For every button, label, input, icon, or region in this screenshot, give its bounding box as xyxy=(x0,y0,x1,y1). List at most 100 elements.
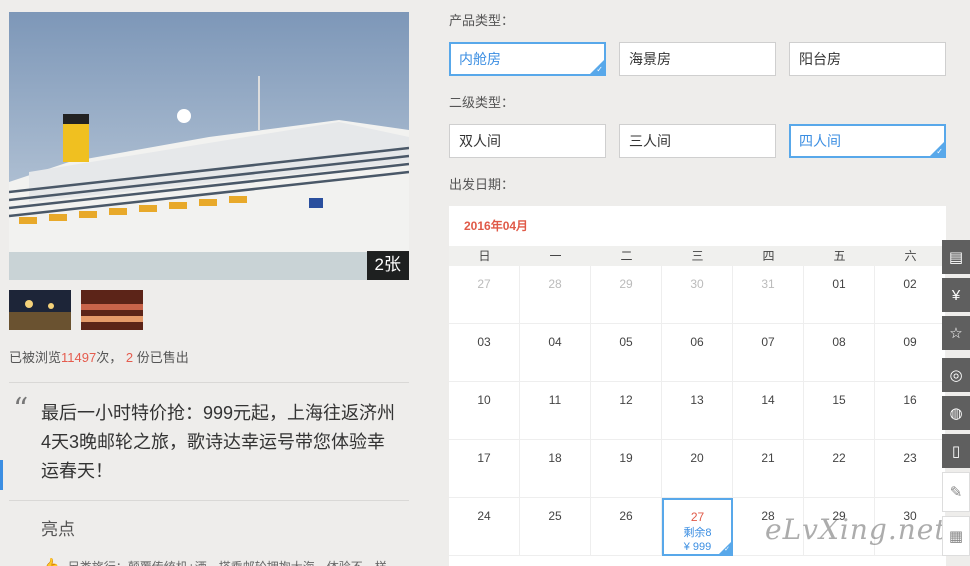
site-watermark: eLvXing.net xyxy=(765,513,947,546)
sub-type-double[interactable]: 双人间 xyxy=(449,124,606,158)
day-price: ¥ 999 xyxy=(683,541,712,553)
left-edge-accent xyxy=(0,460,3,490)
weibo-icon[interactable]: ◎ xyxy=(942,358,970,392)
check-icon: ✓ xyxy=(596,65,603,74)
quote-mark-icon: “ xyxy=(13,392,29,427)
weekday: 三 xyxy=(691,249,704,263)
photo-count-badge: 2张 xyxy=(366,251,409,280)
product-type-ocean-view[interactable]: 海景房 xyxy=(619,42,776,76)
calendar-day: 30 xyxy=(662,266,733,324)
calendar-day[interactable]: 04 xyxy=(520,324,591,382)
calendar-day[interactable]: 20 xyxy=(662,440,733,498)
calendar-day[interactable]: 03 xyxy=(449,324,520,382)
calendar-day[interactable]: 24 xyxy=(449,498,520,556)
remaining-seats: 剩余8 xyxy=(683,527,712,539)
highlights-title: 亮点 xyxy=(41,520,75,539)
option-label: 双人间 xyxy=(459,133,501,149)
product-quote: “ 最后一小时特价抢：999元起，上海往返济州4天3晚邮轮之旅，歌诗达幸运号带您… xyxy=(9,383,409,486)
phone-icon[interactable]: ▯ xyxy=(942,434,970,468)
calendar-day[interactable]: 18 xyxy=(520,440,591,498)
calendar-day[interactable]: 25 xyxy=(520,498,591,556)
cruise-ship-photo[interactable]: 2张 xyxy=(9,12,409,280)
calendar-day[interactable]: 13 xyxy=(662,382,733,440)
wechat-icon[interactable]: ◍ xyxy=(942,396,970,430)
calendar-day[interactable]: 14 xyxy=(733,382,804,440)
calendar-day: 27 xyxy=(449,266,520,324)
calendar-day[interactable]: 06 xyxy=(662,324,733,382)
highlight-item: 👍 另类旅行：颠覆传统机+酒，搭乘邮轮拥抱大海，体验不一样 xyxy=(41,557,409,566)
thumbnail-2-image xyxy=(81,290,143,330)
product-type-label: 产品类型： xyxy=(449,13,515,28)
calendar-day[interactable]: 05 xyxy=(591,324,662,382)
qrcode-icon[interactable]: ▦ xyxy=(942,516,970,556)
calendar-day[interactable]: 17 xyxy=(449,440,520,498)
weekday: 二 xyxy=(620,249,633,263)
calendar-day[interactable]: 21 xyxy=(733,440,804,498)
departure-date-label: 出发日期： xyxy=(449,177,515,192)
divider xyxy=(9,500,409,501)
calendar-day[interactable]: 10 xyxy=(449,382,520,440)
calendar-day[interactable]: 12 xyxy=(591,382,662,440)
weekday: 一 xyxy=(549,249,562,263)
calendar-day[interactable]: 15 xyxy=(804,382,875,440)
calendar-day[interactable]: 11 xyxy=(520,382,591,440)
calendar-day[interactable]: 07 xyxy=(733,324,804,382)
sold-count: 2 xyxy=(125,350,134,365)
calendar-day[interactable]: 22 xyxy=(804,440,875,498)
calendar-month: 2016年04月 xyxy=(464,219,529,233)
yen-icon[interactable]: ¥ xyxy=(942,278,970,312)
viewed-prefix: 已被浏览 xyxy=(9,350,62,365)
floating-sidebar: ▤ ¥ ☆ ◎ ◍ ▯ ✎ ▦ xyxy=(942,240,970,560)
thumbs-up-icon: 👍 xyxy=(41,557,60,566)
calendar-day: 28 xyxy=(520,266,591,324)
view-count: 11497 xyxy=(61,350,97,365)
calendar-day[interactable]: 19 xyxy=(591,440,662,498)
pencil-icon[interactable]: ✎ xyxy=(942,472,970,512)
sub-type-triple[interactable]: 三人间 xyxy=(619,124,776,158)
cruise-ship-illustration xyxy=(9,12,409,280)
product-type-balcony[interactable]: 阳台房 xyxy=(789,42,946,76)
product-type-inner-cabin[interactable]: 内舱房 ✓ xyxy=(449,42,606,76)
thumbnail-2[interactable] xyxy=(81,290,143,330)
product-gallery-panel: 2张 已被浏览11497次， 2 份已售出 “ 最后一小时特价抢：999元起，上… xyxy=(9,12,409,566)
calendar-day[interactable]: 01 xyxy=(804,266,875,324)
highlight-text: 另类旅行：颠覆传统机+酒，搭乘邮轮拥抱大海，体验不一样 xyxy=(68,558,387,566)
product-type-options: 内舱房 ✓ 海景房 阳台房 xyxy=(449,42,949,76)
weekday: 日 xyxy=(478,249,491,263)
departure-calendar: 2016年04月 日 一 二 三 四 五 六 27 28 29 30 31 01… xyxy=(449,206,946,566)
thumbnail-strip xyxy=(9,290,409,330)
viewed-suffix: 次， xyxy=(96,350,123,365)
clipboard-icon[interactable]: ▤ xyxy=(942,240,970,274)
sub-type-options: 双人间 三人间 四人间 ✓ xyxy=(449,124,949,158)
sold-suffix: 份已售出 xyxy=(136,350,189,365)
calendar-day[interactable]: 23 xyxy=(875,440,946,498)
calendar-day[interactable]: 08 xyxy=(804,324,875,382)
thumbnail-1-image xyxy=(9,290,71,330)
star-icon[interactable]: ☆ xyxy=(942,316,970,350)
calendar-day: 29 xyxy=(591,266,662,324)
calendar-day[interactable]: 26 xyxy=(591,498,662,556)
option-label: 内舱房 xyxy=(459,51,501,67)
option-label: 三人间 xyxy=(629,133,671,149)
booking-options-panel: 产品类型： 内舱房 ✓ 海景房 阳台房 二级类型： 双人间 三人间 四人间 ✓ 出发… xyxy=(449,12,949,566)
sub-type-quad[interactable]: 四人间 ✓ xyxy=(789,124,946,158)
weekday-header: 日 一 二 三 四 五 六 xyxy=(449,246,946,266)
calendar-day[interactable]: 02 xyxy=(875,266,946,324)
calendar-day[interactable]: 09 xyxy=(875,324,946,382)
thumbnail-1[interactable] xyxy=(9,290,71,330)
weekday: 五 xyxy=(833,249,846,263)
option-label: 海景房 xyxy=(629,51,671,67)
calendar-day-number: 27 xyxy=(690,510,705,524)
calendar-day[interactable]: 16 xyxy=(875,382,946,440)
view-sold-stats: 已被浏览11497次， 2 份已售出 xyxy=(9,350,409,366)
option-label: 阳台房 xyxy=(799,51,841,67)
check-icon: ✓ xyxy=(936,147,943,156)
check-icon: ✓ xyxy=(724,546,730,553)
sub-type-label: 二级类型： xyxy=(449,95,515,110)
option-label: 四人间 xyxy=(799,133,841,149)
weekday: 六 xyxy=(904,249,917,263)
product-headline: 最后一小时特价抢：999元起，上海往返济州4天3晚邮轮之旅，歌诗达幸运号带您体验… xyxy=(41,403,396,481)
weekday: 四 xyxy=(762,249,775,263)
calendar-day-selected[interactable]: 27 剩余8 ¥ 999 ✓ xyxy=(662,498,733,556)
calendar-day: 31 xyxy=(733,266,804,324)
